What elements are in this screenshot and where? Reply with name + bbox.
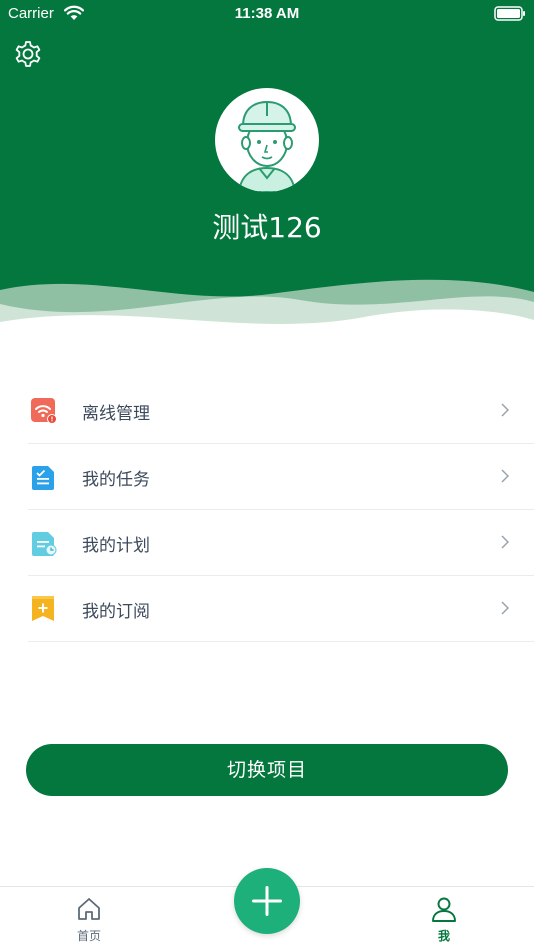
plan-document-icon	[32, 532, 57, 556]
menu-item-plans[interactable]: 我的计划	[28, 510, 534, 576]
add-fab-button[interactable]	[234, 868, 300, 934]
menu-item-offline[interactable]: 离线管理	[28, 378, 534, 444]
plus-icon	[252, 886, 282, 916]
menu-item-label: 我的订阅	[82, 602, 150, 622]
profile-username: 测试126	[212, 211, 322, 244]
home-icon	[78, 898, 100, 920]
switch-project-button[interactable]: 切换项目	[26, 744, 508, 796]
task-document-icon	[32, 466, 54, 490]
settings-gear-icon[interactable]	[12, 38, 44, 70]
tab-home[interactable]: 首页	[59, 895, 119, 944]
chevron-right-icon	[501, 535, 510, 549]
battery-icon	[494, 6, 525, 21]
chevron-right-icon	[501, 469, 510, 483]
worker-avatar-icon	[237, 100, 297, 192]
avatar[interactable]	[215, 88, 319, 192]
header-wave-decoration	[0, 279, 534, 340]
subscription-bookmark-icon	[32, 596, 54, 621]
menu-item-subscriptions[interactable]: 我的订阅	[28, 576, 534, 642]
user-profile-icon	[432, 897, 456, 922]
status-bar: Carrier 11:38 AM	[0, 0, 534, 30]
menu-item-label: 我的计划	[82, 536, 150, 556]
chevron-right-icon	[501, 403, 510, 417]
profile-menu: 离线管理 我的任务 我的计划 我的订阅	[28, 378, 534, 642]
offline-wifi-icon	[31, 398, 57, 424]
menu-item-label: 离线管理	[82, 404, 150, 424]
tab-me-label: 我	[437, 929, 450, 943]
tab-me[interactable]: 我	[414, 895, 474, 944]
menu-item-label: 我的任务	[82, 470, 150, 490]
tab-home-label: 首页	[76, 929, 101, 943]
status-time: 11:38 AM	[234, 5, 300, 22]
chevron-right-icon	[501, 601, 510, 615]
menu-item-tasks[interactable]: 我的任务	[28, 444, 534, 510]
